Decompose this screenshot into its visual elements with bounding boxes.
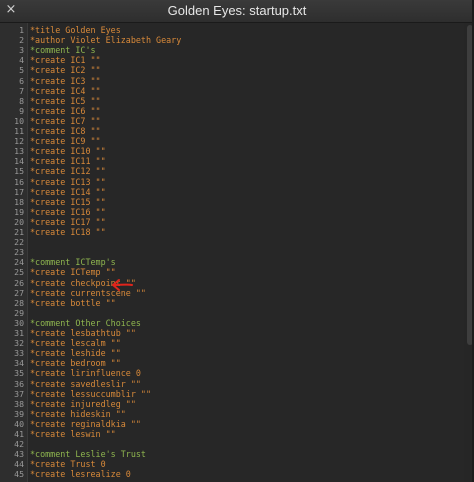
line-number: 34 (14, 358, 24, 369)
line-number: 15 (14, 166, 24, 177)
code-line[interactable]: *create savedleslir "" (30, 379, 141, 389)
line-number: 14 (14, 156, 24, 167)
editor-window: × Golden Eyes: startup.txt 1 *title Golde… (0, 0, 474, 482)
code-line[interactable]: *create lesbathtub "" (30, 328, 136, 338)
code-line[interactable]: *create IC17 "" (30, 217, 106, 227)
code-line[interactable]: *create lessuccumblir "" (30, 389, 151, 399)
line-number: 38 (14, 398, 24, 409)
line-number: 2 (19, 35, 24, 46)
code-line[interactable]: *create IC11 "" (30, 156, 106, 166)
code-line[interactable]: *create leswin "" (30, 429, 116, 439)
code-line[interactable]: *create IC9 "" (30, 136, 101, 146)
line-number: 44 (14, 459, 24, 470)
red-arrow-icon (112, 279, 133, 291)
line-number: 11 (14, 126, 24, 136)
line-number: 3 (19, 45, 24, 56)
window-title: Golden Eyes: startup.txt (167, 3, 307, 18)
line-number: 10 (14, 115, 24, 126)
code-line[interactable]: *create IC13 "" (30, 177, 106, 187)
code-line[interactable]: *create IC4 "" (30, 86, 101, 96)
code-line[interactable]: *create IC14 "" (30, 187, 106, 197)
code-line[interactable]: *create IC16 "" (30, 207, 106, 217)
code-line[interactable]: *title Golden Eyes (30, 25, 121, 35)
line-number: 28 (14, 297, 24, 308)
line-number: 8 (19, 95, 24, 106)
code-line[interactable]: *create IC10 "" (30, 146, 106, 156)
line-number: 45 (14, 469, 24, 480)
code-line[interactable]: *create IC6 "" (30, 106, 101, 116)
code-line-comment[interactable]: *comment Other Choices (30, 318, 141, 328)
code-line[interactable]: *create IC15 "" (30, 197, 106, 207)
code-line[interactable]: *create bedroom "" (30, 358, 121, 368)
line-number: 36 (14, 378, 24, 389)
line-number: 35 (14, 368, 24, 379)
line-number: 21 (14, 227, 24, 237)
code-line[interactable]: *create reginaldkia "" (30, 419, 141, 429)
line-number: 39 (14, 408, 24, 419)
code-line[interactable]: *create IC3 "" (30, 76, 101, 86)
code-line[interactable]: *create IC12 "" (30, 166, 106, 176)
line-number: 22 (14, 237, 24, 248)
code-line[interactable]: *create ICTemp "" (30, 267, 116, 277)
line-number: 43 (14, 449, 24, 460)
code-line[interactable]: *create IC1 "" (30, 55, 101, 65)
code-line-comment[interactable]: *comment Leslie's Trust (30, 449, 146, 459)
line-number: 13 (14, 146, 24, 157)
code-line[interactable]: *create lirinfluence 0 (30, 368, 141, 378)
line-number: 12 (14, 136, 24, 147)
line-number: 24 (14, 257, 24, 268)
code-line[interactable]: *create IC18 "" (30, 227, 106, 237)
line-number: 9 (19, 105, 24, 116)
code-line-comment[interactable]: *comment ICTemp's (30, 257, 116, 267)
code-line[interactable]: *create IC7 "" (30, 116, 101, 126)
line-number: 30 (14, 317, 24, 328)
line-number: 25 (14, 267, 24, 278)
line-number: 42 (14, 439, 24, 450)
line-number: 20 (14, 216, 24, 227)
text-editor[interactable]: 1 *title Golden Eyes 2 *author Violet Eliza… (0, 23, 474, 482)
title-bar: × Golden Eyes: startup.txt (0, 0, 474, 23)
line-number: 40 (14, 418, 24, 429)
line-number: 17 (14, 186, 24, 197)
code-line[interactable]: *create injuredleg "" (30, 399, 136, 409)
code-line[interactable]: *create IC5 "" (30, 96, 101, 106)
line-number: 37 (14, 388, 24, 399)
code-line[interactable]: *author Violet Elizabeth Geary (30, 35, 181, 45)
line-number: 32 (14, 338, 24, 349)
line-number: 6 (19, 75, 24, 86)
line-number: 29 (14, 307, 24, 318)
line-number: 18 (14, 196, 24, 207)
code-line[interactable]: *create bottle "" (30, 298, 116, 308)
code-line[interactable]: *create IC8 "" (30, 126, 101, 136)
line-number: 5 (19, 65, 24, 76)
code-line[interactable]: *create leshide "" (30, 348, 121, 358)
code-line[interactable]: *create IC2 "" (30, 65, 101, 75)
line-number: 41 (14, 429, 24, 439)
code-line[interactable]: *create hideskin "" (30, 409, 126, 419)
code-line-comment[interactable]: *comment IC's (30, 45, 96, 55)
line-number: 1 (19, 25, 24, 35)
line-number: 31 (14, 328, 24, 338)
line-number: 16 (14, 176, 24, 187)
line-number: 7 (19, 85, 24, 96)
line-number: 33 (14, 348, 24, 359)
line-number: 26 (14, 277, 24, 288)
line-number: 23 (14, 247, 24, 258)
code-line[interactable]: *create lescalm "" (30, 338, 121, 348)
code-line[interactable]: *create lesrealize 0 (30, 469, 131, 479)
line-number: 4 (19, 55, 24, 66)
line-number: 27 (14, 287, 24, 298)
code-line[interactable]: *create Trust 0 (30, 459, 106, 469)
line-number: 19 (14, 206, 24, 217)
